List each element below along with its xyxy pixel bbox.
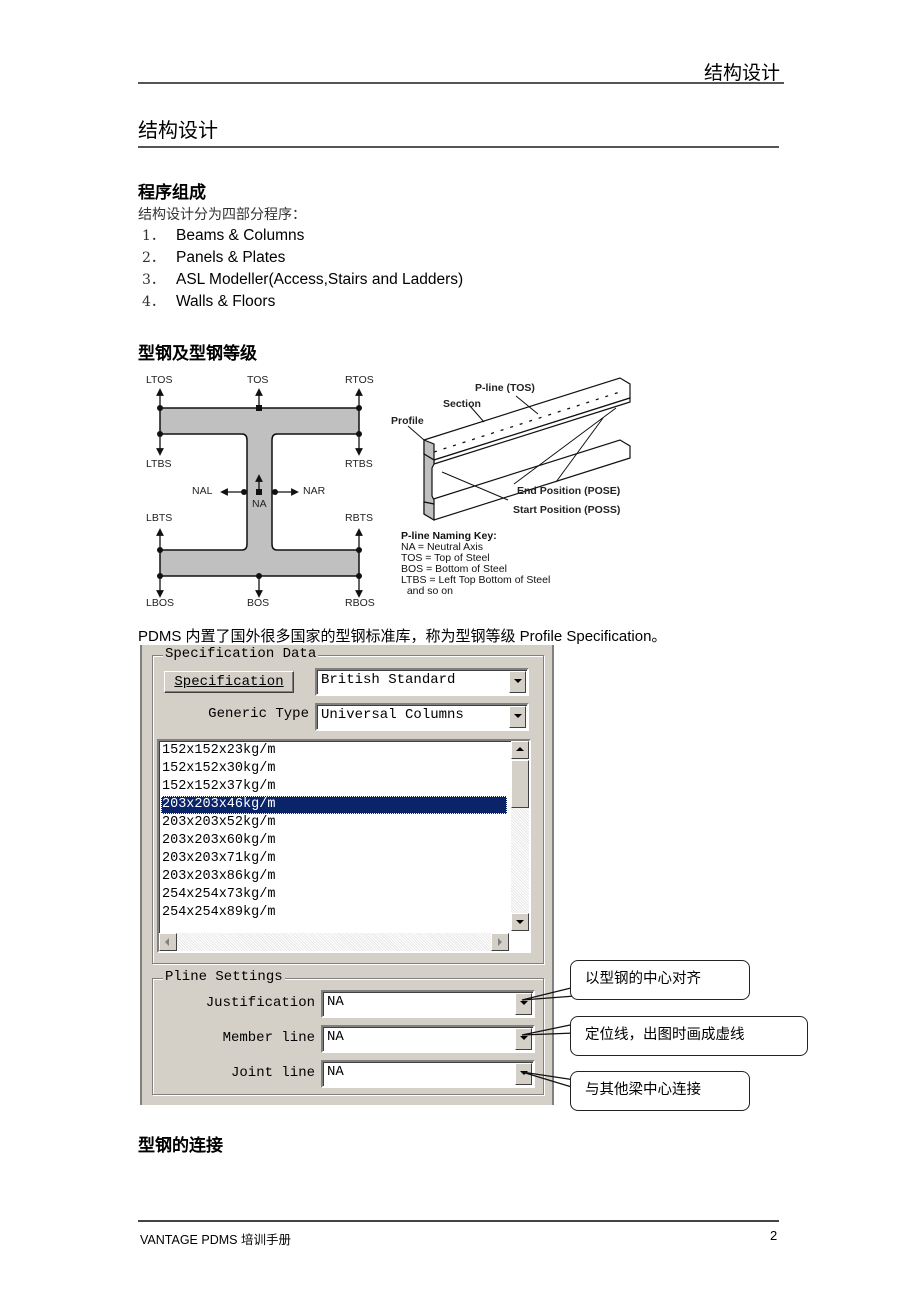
footer-divider: [138, 1220, 779, 1222]
callout-leader: [521, 1023, 576, 1036]
callout-joint-line: 与其他梁中心连接: [570, 1071, 750, 1111]
connection-heading: 型钢的连接: [138, 1136, 223, 1155]
callout-justification: 以型钢的中心对齐: [570, 960, 750, 1000]
callout-leader: [521, 986, 576, 1001]
footer-title: VANTAGE PDMS 培训手册: [140, 1233, 291, 1247]
page-number: 2: [770, 1228, 778, 1243]
callout-leader: [521, 1071, 576, 1089]
callout-member-line: 定位线，出图时画成虚线: [570, 1016, 808, 1056]
callout-leaders: [521, 986, 576, 1089]
